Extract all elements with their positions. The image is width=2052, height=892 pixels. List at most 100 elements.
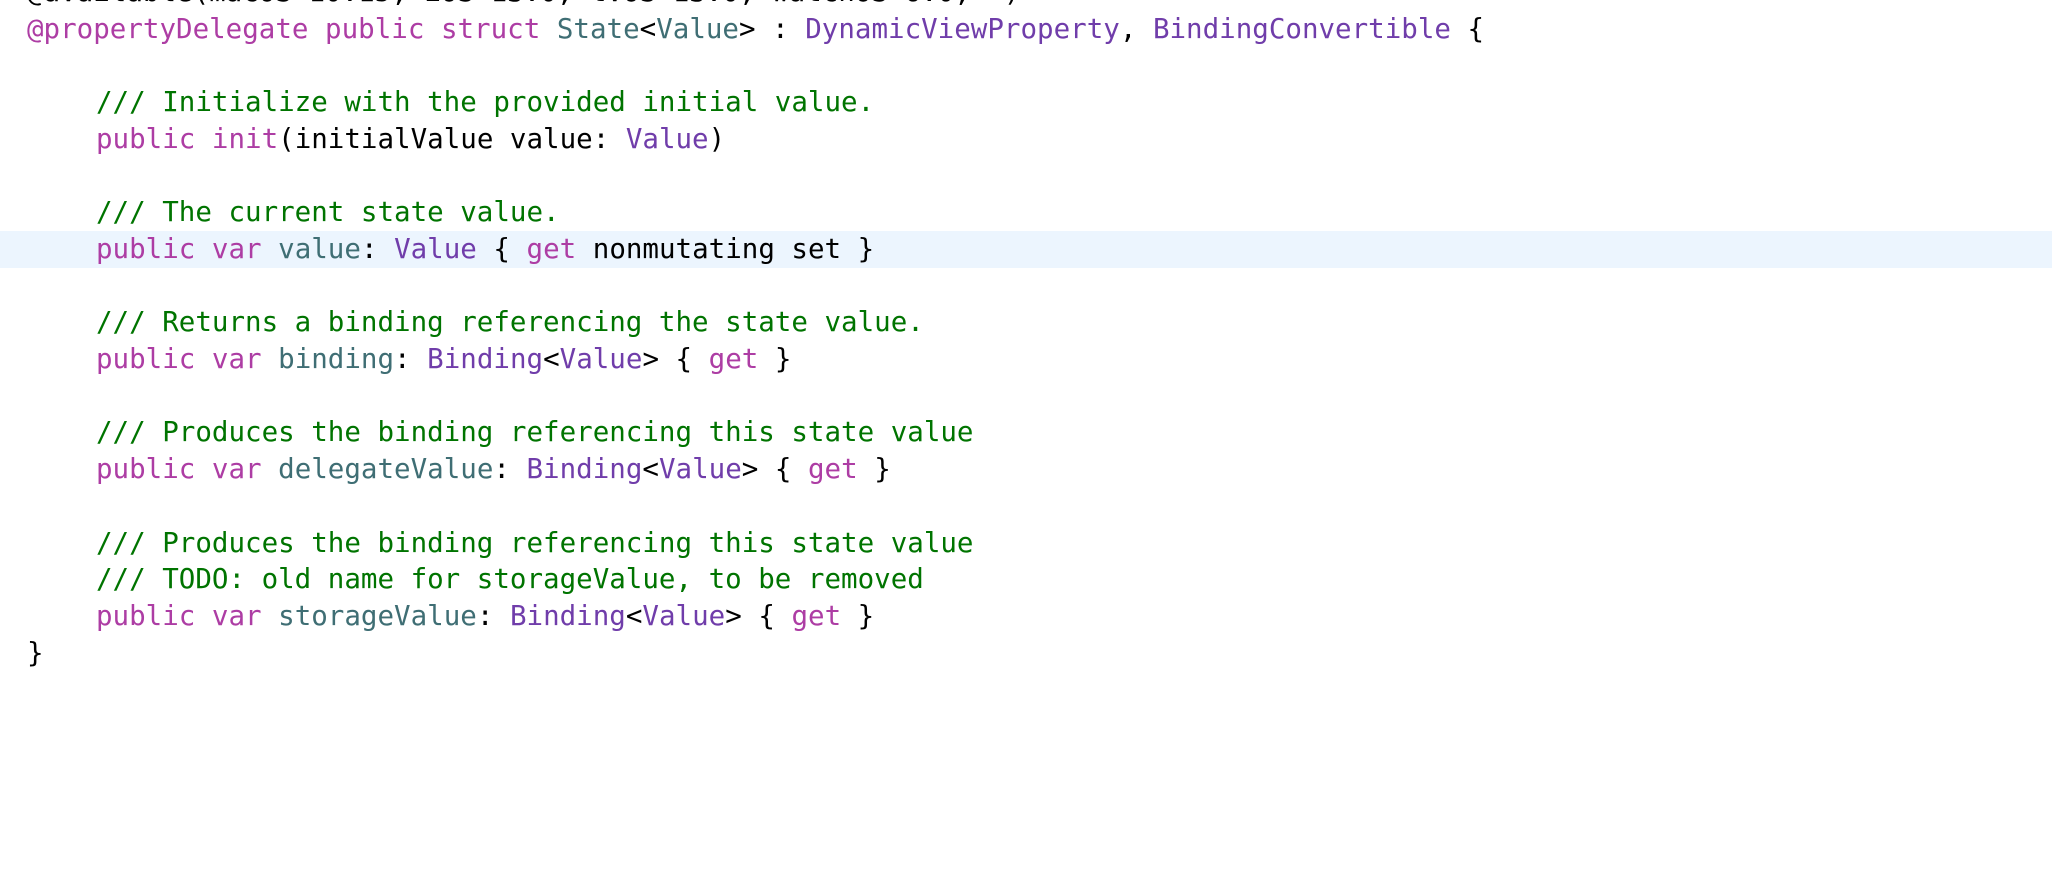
code-line-text: public var value: Value { get nonmutatin… xyxy=(27,231,874,268)
text-token: : xyxy=(476,599,510,632)
keyword-token: init xyxy=(211,122,279,155)
comment-token: /// Produces the binding referencing thi… xyxy=(96,416,974,449)
text-token: ) xyxy=(708,122,726,155)
code-line[interactable]: public var binding: Binding<Value> { get… xyxy=(0,341,2052,378)
comment-token: /// Initialize with the provided initial… xyxy=(96,86,875,119)
code-line-text: @available(macOS 10.15, iOS 13.0, tvOS 1… xyxy=(27,0,1020,11)
type-token: Value xyxy=(625,122,709,155)
code-line[interactable] xyxy=(0,47,2052,84)
code-line[interactable]: public var storageValue: Binding<Value> … xyxy=(0,598,2052,635)
keyword-token: public xyxy=(96,343,196,375)
identifier-token: delegateValue xyxy=(278,453,494,486)
text-token: < xyxy=(639,12,657,45)
code-line-text: public var storageValue: Binding<Value> … xyxy=(27,598,874,635)
code-line-text: public init(initialValue value: Value) xyxy=(27,121,725,158)
text-token: @available(macOS 10.15, iOS 13.0, tvOS 1… xyxy=(27,0,1020,8)
keyword-token: var xyxy=(211,453,262,486)
comment-token: /// Returns a binding referencing the st… xyxy=(96,306,924,339)
text-token: > { xyxy=(642,343,709,375)
identifier-token: value xyxy=(278,232,361,265)
code-line[interactable]: /// Produces the binding referencing thi… xyxy=(0,414,2052,451)
text-token: > { xyxy=(741,453,808,486)
keyword-token: get xyxy=(808,453,858,486)
text-token: { xyxy=(476,232,527,265)
code-line[interactable] xyxy=(0,378,2052,415)
type-token: Binding xyxy=(427,343,544,375)
identifier-token: storageValue xyxy=(278,599,477,632)
code-editor[interactable]: @available(macOS 10.15, iOS 13.0, tvOS 1… xyxy=(0,0,2052,892)
keyword-token: @propertyDelegate xyxy=(27,12,309,45)
keyword-token: var xyxy=(211,232,262,265)
identifier-token: State xyxy=(556,12,640,45)
code-line[interactable] xyxy=(0,158,2052,195)
keyword-token: get xyxy=(708,343,759,375)
code-line[interactable]: /// Initialize with the provided initial… xyxy=(0,84,2052,121)
comment-token: /// Produces the binding referencing thi… xyxy=(96,526,974,559)
text-token: } xyxy=(27,636,44,669)
text-token: > : xyxy=(739,12,806,45)
keyword-token: public xyxy=(325,12,425,45)
type-token: Binding xyxy=(526,453,643,486)
text-token: nonmutating set } xyxy=(576,232,875,265)
identifier-token: binding xyxy=(278,343,395,375)
type-token: Value xyxy=(658,453,742,486)
code-line-text: /// Initialize with the provided initial… xyxy=(27,84,874,121)
code-line-text: /// Returns a binding referencing the st… xyxy=(27,304,924,341)
text-token: } xyxy=(857,453,891,486)
text-token: : xyxy=(394,343,428,375)
text-token: < xyxy=(625,599,643,632)
keyword-token: public xyxy=(96,599,196,632)
text-token: < xyxy=(543,343,560,375)
code-line[interactable] xyxy=(0,268,2052,305)
code-line[interactable]: public init(initialValue value: Value) xyxy=(0,121,2052,158)
text-token: < xyxy=(642,453,659,486)
code-line[interactable]: /// TODO: old name for storageValue, to … xyxy=(0,561,2052,598)
code-line[interactable]: @available(macOS 10.15, iOS 13.0, tvOS 1… xyxy=(0,0,2052,11)
code-line[interactable]: public var delegateValue: Binding<Value>… xyxy=(0,451,2052,488)
code-line[interactable]: /// Returns a binding referencing the st… xyxy=(0,304,2052,341)
type-token: BindingConvertible xyxy=(1152,12,1451,45)
code-line[interactable]: /// The current state value. xyxy=(0,194,2052,231)
keyword-token: public xyxy=(96,232,196,265)
text-token: : xyxy=(360,232,395,265)
keyword-token: get xyxy=(791,599,842,632)
identifier-token: Value xyxy=(656,12,739,45)
comment-token: /// TODO: old name for storageValue, to … xyxy=(96,563,924,596)
comment-token: /// The current state value. xyxy=(96,196,560,229)
text-token: { xyxy=(1450,12,1485,45)
text-token: } xyxy=(758,343,792,375)
code-line-text: @propertyDelegate public struct State<Va… xyxy=(27,11,1484,48)
code-line-text: } xyxy=(27,635,44,672)
code-line-text: /// The current state value. xyxy=(27,194,560,231)
code-line[interactable]: } xyxy=(0,635,2052,672)
keyword-token: get xyxy=(526,232,577,265)
type-token: Value xyxy=(559,343,643,375)
text-token: : xyxy=(493,453,527,486)
type-token: Binding xyxy=(509,599,626,632)
text-token: > { xyxy=(725,599,792,632)
current-code-line[interactable]: public var value: Value { get nonmutatin… xyxy=(0,230,2052,268)
code-line[interactable] xyxy=(0,488,2052,525)
code-line-text: public var binding: Binding<Value> { get… xyxy=(27,341,791,378)
code-line[interactable]: @propertyDelegate public struct State<Va… xyxy=(0,11,2052,48)
keyword-token: struct xyxy=(440,12,541,45)
keyword-token: var xyxy=(211,599,262,632)
text-token: (initialValue value: xyxy=(278,122,626,155)
code-line-text: /// Produces the binding referencing thi… xyxy=(27,525,974,562)
keyword-token: public xyxy=(96,453,196,486)
code-line[interactable]: /// Produces the binding referencing thi… xyxy=(0,525,2052,562)
text-token: } xyxy=(841,599,875,632)
type-token: DynamicViewProperty xyxy=(805,12,1120,45)
keyword-token: public xyxy=(96,122,196,155)
code-line-text: public var delegateValue: Binding<Value>… xyxy=(27,451,891,488)
